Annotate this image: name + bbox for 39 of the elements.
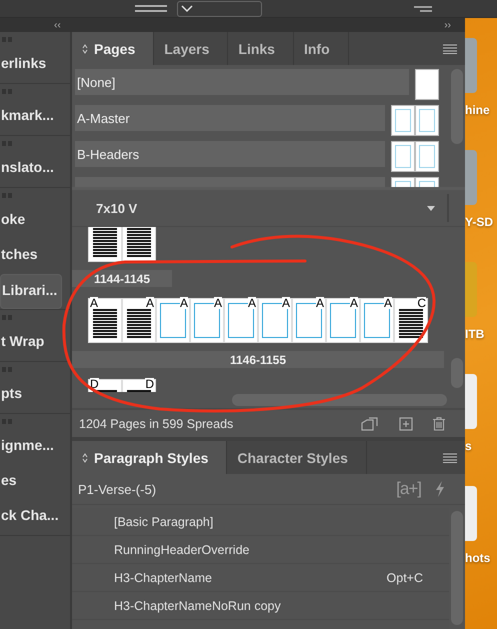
master-row[interactable]: A-Master	[75, 105, 385, 131]
page-thumbnail[interactable]: A	[326, 298, 360, 343]
page-thumbnail[interactable]: D	[122, 379, 156, 392]
expand-button[interactable]: ››	[444, 20, 451, 30]
dock-item[interactable]: nslato...	[0, 152, 70, 187]
dock-item[interactable]: erlinks	[0, 48, 70, 83]
page-thumbnail[interactable]: A	[190, 298, 224, 343]
panel-tab[interactable]: Paragraph Styles	[72, 441, 228, 474]
dock-item[interactable]: t Wrap	[0, 326, 70, 361]
dock-item[interactable]: es	[0, 465, 70, 500]
master-row[interactable]: B-Headers	[75, 141, 385, 167]
dock-item[interactable]: pts	[0, 378, 70, 413]
page-thumbnail[interactable]: C	[394, 298, 428, 343]
page-size-dropdown[interactable]: 7x10 V	[72, 194, 449, 222]
spread-label: 1144-1145	[72, 270, 172, 287]
panel-tab[interactable]: Links	[228, 32, 294, 65]
panel-tab[interactable]: Info	[294, 32, 349, 65]
panel-tab[interactable]: Character Styles	[227, 441, 367, 474]
dock-item[interactable]: Librari...	[0, 274, 62, 309]
collapse-button[interactable]: ‹‹	[54, 20, 61, 30]
page-thumbnail[interactable]: D	[88, 379, 122, 392]
page-thumbnail[interactable]: A	[224, 298, 258, 343]
dock-item[interactable]: tches	[0, 239, 70, 274]
page-thumbnail[interactable]: A	[88, 298, 122, 343]
status-text: 1204 Pages in 599 Spreads	[79, 416, 234, 430]
page-thumbnail[interactable]: A	[156, 298, 190, 343]
dock-item[interactable]: ck Cha...	[0, 500, 70, 535]
dock-item[interactable]: ignme...	[0, 430, 70, 465]
page-thumbnail[interactable]: A	[292, 298, 326, 343]
current-style: P1-Verse-(-5)	[78, 482, 158, 496]
page-thumbnail[interactable]: A	[360, 298, 394, 343]
panel-tab[interactable]: Layers	[154, 32, 228, 65]
page-thumbnail[interactable]: A	[258, 298, 292, 343]
page-thumbnail[interactable]: A	[122, 298, 156, 343]
dock-item[interactable]: oke	[0, 204, 70, 239]
panel-tab[interactable]: Pages	[72, 32, 154, 65]
dock-item[interactable]: kmark...	[0, 100, 70, 135]
spread-label: 1146-1155	[72, 351, 444, 368]
master-row[interactable]: [None]	[75, 69, 409, 95]
